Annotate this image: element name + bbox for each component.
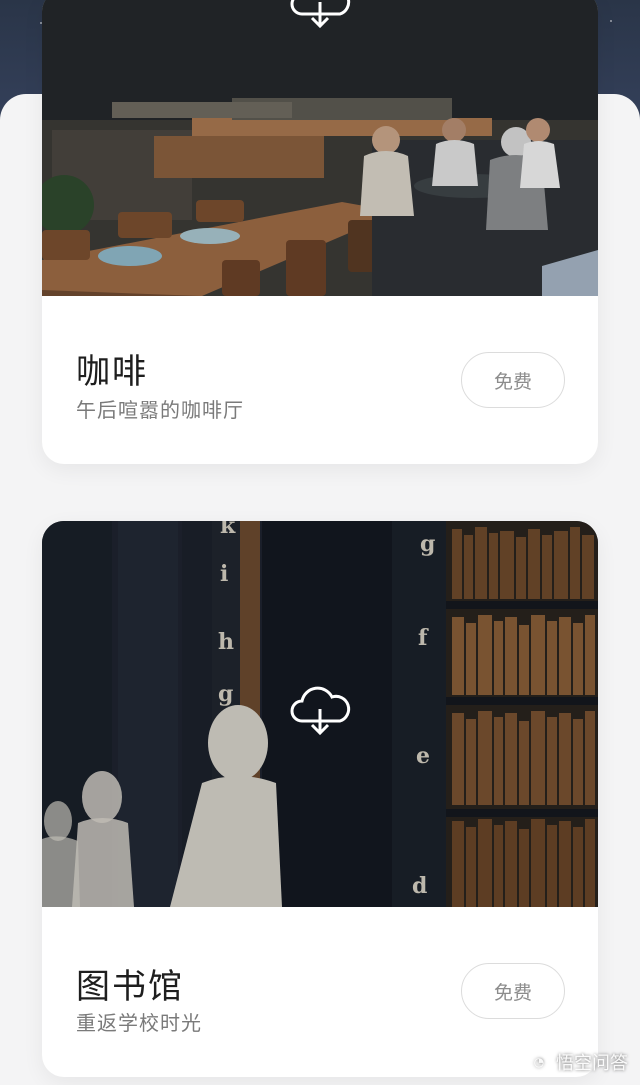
cloud-download-icon[interactable] xyxy=(288,685,352,737)
sound-card-cafe[interactable]: 咖啡 午后喧嚣的咖啡厅 免费 xyxy=(42,0,598,464)
wukong-logo-icon: ◔ xyxy=(528,1051,550,1073)
sound-card-library[interactable]: k i h g g f e d 图书馆 重返学校时光 免费 xyxy=(42,521,598,1077)
watermark-text: 悟空问答 xyxy=(556,1053,628,1074)
app-screen: 咖啡 午后喧嚣的咖啡厅 免费 k i h g g f e d 图书馆 重返学校时… xyxy=(0,0,640,1085)
free-button[interactable]: 免费 xyxy=(461,352,565,408)
cafe-photo xyxy=(42,0,598,296)
card-title: 图书馆 xyxy=(76,967,184,1007)
card-title: 咖啡 xyxy=(76,352,148,392)
star xyxy=(610,20,612,22)
cloud-download-icon[interactable] xyxy=(288,0,352,30)
watermark: ◔ 悟空问答 xyxy=(528,1049,628,1075)
free-button[interactable]: 免费 xyxy=(461,963,565,1019)
card-subtitle: 重返学校时光 xyxy=(76,1011,202,1035)
card-subtitle: 午后喧嚣的咖啡厅 xyxy=(76,398,244,422)
